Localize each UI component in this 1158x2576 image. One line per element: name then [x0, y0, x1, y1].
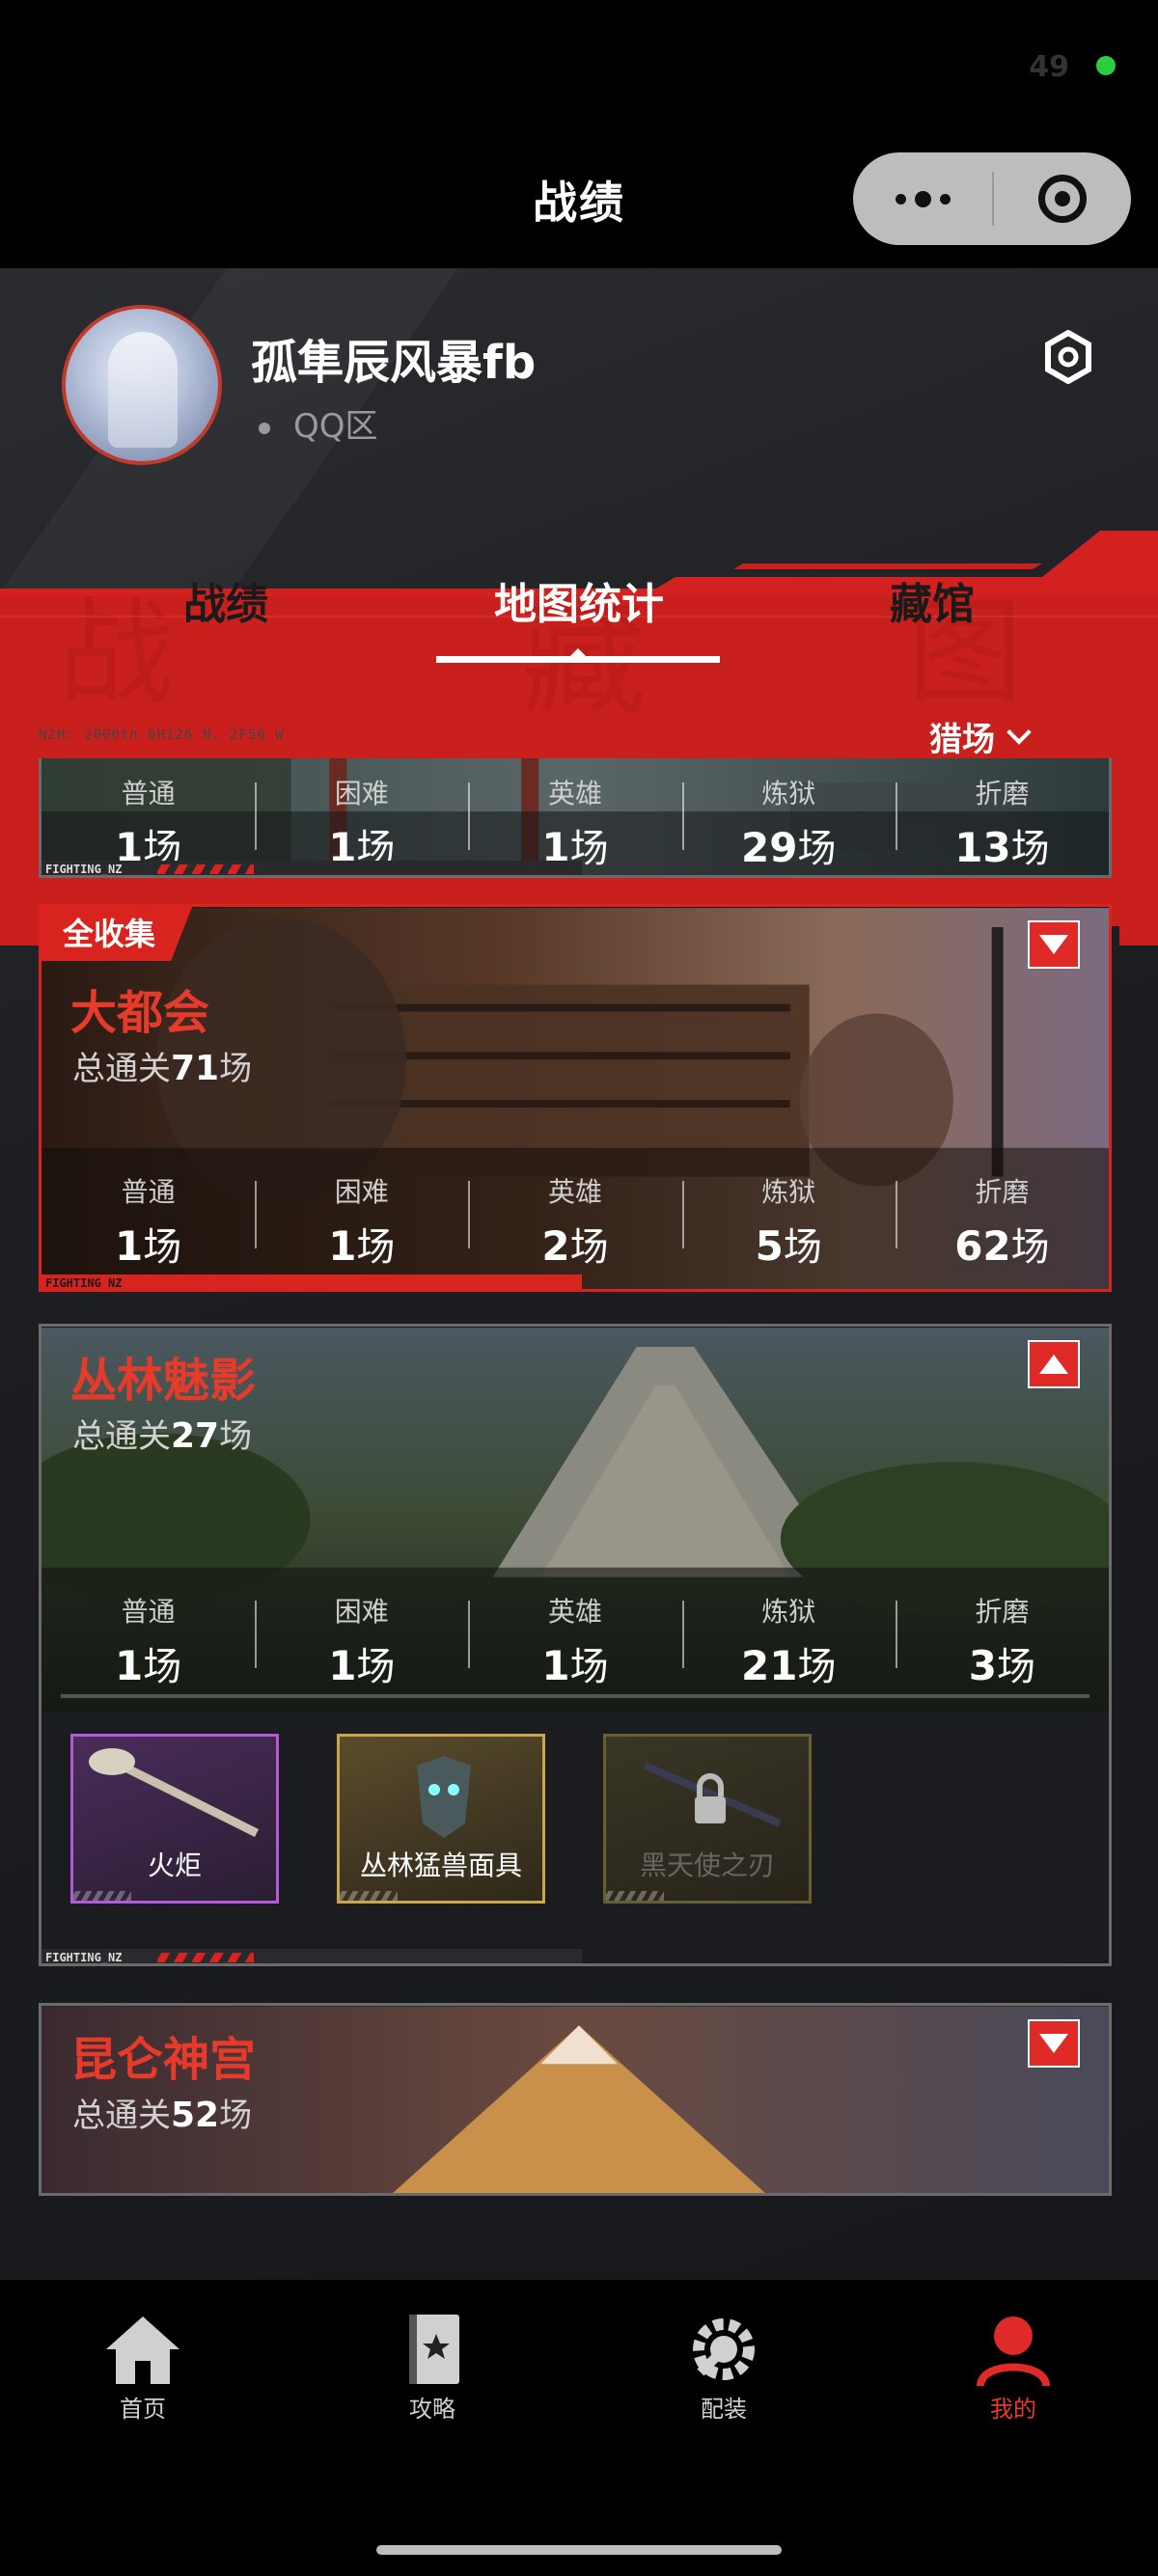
battery-level: 49 — [1029, 50, 1069, 84]
content-area: 孤隼辰风暴fb QQ区 战 藏 图 战绩 地图统计 藏馆 N2H: 2000th… — [0, 268, 1158, 2280]
expand-toggle-button[interactable] — [1028, 2019, 1080, 2068]
map-card-jungle[interactable]: 丛林魅影 总通关27场 普通 1场 困难 1场 英雄 1场 炼狱 21场 折磨 3场 火炬 — [39, 1324, 1112, 1966]
mode-filter-value: 猎场 — [929, 720, 995, 759]
bottom-tab-bar: 首页 攻略 配装 我的 — [0, 2280, 1158, 2576]
item-name: 丛林猛兽面具 — [359, 1850, 522, 1881]
map-total-clears: 总通关52场 — [72, 2096, 253, 2135]
recording-indicator-icon — [1096, 56, 1116, 75]
collectible-item[interactable]: 丛林猛兽面具 — [337, 1734, 545, 1904]
close-target-icon[interactable] — [994, 152, 1131, 245]
wrench-gear-icon — [693, 2318, 755, 2380]
item-name: 黑天使之刃 — [639, 1850, 775, 1881]
triangle-up-icon — [1039, 1355, 1068, 1374]
home-icon — [106, 2316, 179, 2384]
map-total-clears: 总通关27场 — [72, 1416, 253, 1456]
user-icon — [977, 2316, 1050, 2386]
collectible-item[interactable]: 火炬 — [70, 1734, 279, 1904]
collapse-toggle-button[interactable] — [1028, 1340, 1080, 1388]
card-footer-tag: FIGHTING_NZ — [41, 1949, 582, 1963]
expand-toggle-button[interactable] — [1028, 920, 1080, 969]
guide-book-icon — [409, 2315, 459, 2384]
more-menu-icon[interactable] — [853, 152, 992, 245]
map-list[interactable]: 普通 1场 困难 1场 英雄 1场 炼狱 29场 折磨 13场 FIGHTING_NZ — [0, 758, 1158, 2280]
difficulty-stats: 普通 1场 困难 1场 英雄 2场 炼狱 5场 折磨 62场 — [41, 1160, 1109, 1270]
region-label: QQ区 — [259, 399, 378, 447]
map-name: 丛林魅影 — [70, 1354, 257, 1408]
avatar[interactable] — [62, 305, 222, 465]
collectible-item-locked[interactable]: 黑天使之刃 — [603, 1734, 812, 1904]
decorative-coords: N2H: 2000th 6H126 N. 2F56 W — [39, 727, 285, 743]
torch-icon — [89, 1748, 260, 1838]
chevron-down-icon — [1006, 720, 1032, 745]
svg-text:战: 战 — [58, 587, 174, 721]
map-card-kunlun[interactable]: 昆仑神宫 总通关52场 — [39, 2003, 1112, 2196]
card-footer-tag: FIGHTING_NZ — [41, 861, 582, 875]
username: 孤隼辰风暴fb — [251, 336, 537, 390]
tab-guide[interactable]: 攻略 — [355, 2313, 510, 2424]
tab-loadout[interactable]: 配装 — [647, 2313, 801, 2424]
difficulty-stats: 普通 1场 困难 1场 英雄 1场 炼狱 29场 折磨 13场 — [41, 761, 1109, 871]
tab-home[interactable]: 首页 — [66, 2313, 220, 2424]
map-card-metropolis[interactable]: 全收集 大都会 总通关71场 普通 1场 困难 1场 英雄 2场 炼狱 5场 折磨 62场… — [39, 904, 1112, 1292]
map-card[interactable]: 普通 1场 困难 1场 英雄 1场 炼狱 29场 折磨 13场 FIGHTING_NZ — [39, 758, 1112, 878]
tab-mine[interactable]: 我的 — [936, 2313, 1090, 2424]
settings-hex-icon[interactable] — [1044, 330, 1092, 384]
tab-battle-record[interactable]: 战绩 — [183, 569, 268, 631]
mini-program-capsule — [853, 152, 1131, 245]
tab-map-stats[interactable]: 地图统计 — [494, 569, 664, 631]
status-bar: 49 — [0, 0, 1158, 135]
lock-icon — [643, 1762, 782, 1827]
card-footer-tag: FIGHTING_NZ — [41, 1274, 582, 1289]
tab-collection[interactable]: 藏馆 — [890, 569, 975, 631]
beast-mask-icon — [417, 1756, 471, 1838]
map-name: 大都会 — [70, 986, 210, 1040]
difficulty-stats: 普通 1场 困难 1场 英雄 1场 炼狱 21场 折磨 3场 — [41, 1579, 1109, 1689]
map-name: 昆仑神宫 — [70, 2033, 257, 2087]
map-total-clears: 总通关71场 — [72, 1049, 253, 1088]
full-collect-badge: 全收集 — [41, 907, 192, 961]
collectible-items: 火炬 丛林猛兽面具 黑天使之刃 — [70, 1734, 812, 1904]
home-indicator — [376, 2545, 782, 2555]
active-tab-caret-icon — [569, 648, 587, 657]
item-name: 火炬 — [147, 1850, 202, 1881]
active-tab-indicator — [436, 656, 720, 663]
navigation-bar: 战绩 — [0, 135, 1158, 268]
triangle-down-icon — [1039, 2034, 1068, 2053]
triangle-down-icon — [1039, 935, 1068, 954]
